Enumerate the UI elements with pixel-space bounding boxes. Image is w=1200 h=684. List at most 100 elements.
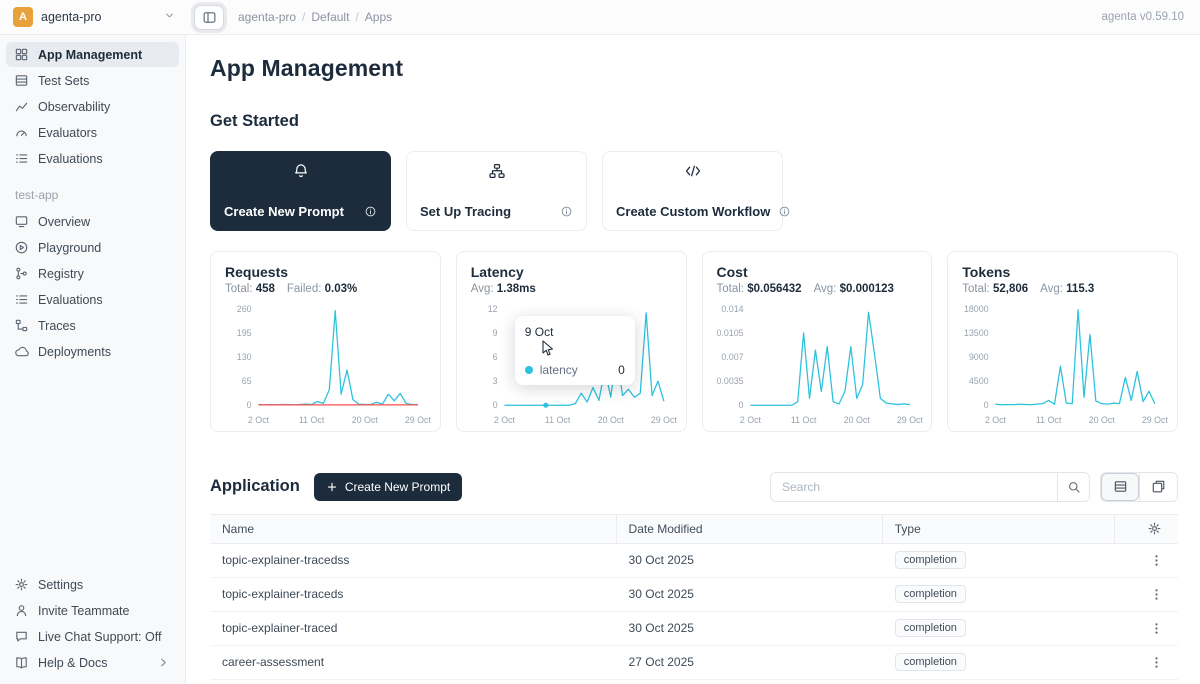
breadcrumb-item[interactable]: Default: [311, 10, 349, 24]
info-icon: [364, 205, 377, 218]
sidebar-item-help-docs[interactable]: Help & Docs: [6, 650, 179, 675]
svg-text:18000: 18000: [964, 304, 989, 314]
sidebar-item-app-management[interactable]: App Management: [6, 42, 179, 67]
workspace-avatar: A: [13, 7, 33, 27]
breadcrumb-separator: /: [355, 10, 358, 24]
breadcrumb-item[interactable]: agenta-pro: [238, 10, 296, 24]
search-input[interactable]: [771, 473, 1057, 501]
chart-tokens[interactable]: 18000135009000450002 Oct11 Oct20 Oct29 O…: [962, 297, 1163, 429]
table-settings-button[interactable]: [1145, 519, 1164, 538]
tracing-icon: [420, 162, 573, 180]
sidebar-item-live-chat-support-off[interactable]: Live Chat Support: Off: [6, 624, 179, 649]
svg-text:29 Oct: 29 Oct: [1142, 415, 1169, 425]
metric-card-requests: Requests Total: 458 Failed: 0.03% 2601951…: [210, 251, 441, 432]
svg-text:9000: 9000: [969, 352, 989, 362]
row-menu-button[interactable]: [1147, 551, 1166, 570]
plus-icon: [326, 481, 338, 493]
breadcrumb-item[interactable]: Apps: [365, 10, 392, 24]
chevron-down-icon: [163, 9, 176, 22]
svg-text:0.007: 0.007: [721, 352, 743, 362]
metric-stat: Failed: 0.03%: [287, 283, 357, 295]
sidebar-item-deployments[interactable]: Deployments: [6, 339, 179, 364]
sidebar-item-test-sets[interactable]: Test Sets: [6, 68, 179, 93]
card-label: Create Custom Workflow: [616, 204, 770, 219]
row-menu-button[interactable]: [1147, 619, 1166, 638]
workspace-switcher[interactable]: A agenta-pro: [0, 7, 186, 27]
info-icon: [560, 205, 573, 218]
gear-icon: [1147, 521, 1162, 536]
sidebar-item-evaluators[interactable]: Evaluators: [6, 120, 179, 145]
code-icon: [616, 162, 769, 180]
chart-requests[interactable]: 2601951306502 Oct11 Oct20 Oct29 Oct: [225, 297, 426, 429]
table-row[interactable]: topic-explainer-traced 30 Oct 2025 compl…: [210, 612, 1178, 646]
metric-card-tokens: Tokens Total: 52,806Avg: 115.3 180001350…: [947, 251, 1178, 432]
monitor-icon: [14, 214, 29, 229]
cloud-icon: [14, 344, 29, 359]
svg-text:29 Oct: 29 Oct: [651, 415, 678, 425]
sidebar-item-playground[interactable]: Playground: [6, 235, 179, 260]
table-view-button[interactable]: [1101, 473, 1139, 501]
chart-tooltip: 9 Oct latency 0: [515, 316, 635, 385]
cell-name: topic-explainer-tracedss: [210, 553, 617, 567]
cell-date-modified: 30 Oct 2025: [617, 587, 883, 601]
svg-text:6: 6: [492, 352, 497, 362]
svg-text:0.0035: 0.0035: [716, 376, 743, 386]
sidebar-item-settings[interactable]: Settings: [6, 572, 179, 597]
type-badge: completion: [895, 585, 966, 603]
metric-stat: Total: 458: [225, 283, 275, 295]
svg-text:0: 0: [738, 400, 743, 410]
metric-stat: Total: $0.056432: [717, 283, 802, 295]
metric-title: Latency: [471, 264, 672, 280]
svg-text:20 Oct: 20 Oct: [352, 415, 379, 425]
chart-cost[interactable]: 0.0140.01050.0070.003502 Oct11 Oct20 Oct…: [717, 297, 918, 429]
sidebar-item-overview[interactable]: Overview: [6, 209, 179, 234]
application-heading: Application: [210, 477, 300, 496]
series-cost: [750, 312, 909, 405]
svg-text:2 Oct: 2 Oct: [739, 415, 761, 425]
sidebar: App ManagementTest SetsObservabilityEval…: [0, 35, 186, 684]
sidebar-item-traces[interactable]: Traces: [6, 313, 179, 338]
card-view-button[interactable]: [1139, 473, 1177, 501]
sidebar-item-evaluations[interactable]: Evaluations: [6, 287, 179, 312]
column-header-type: Type: [883, 515, 1115, 543]
get-started-card-create-custom-workflow[interactable]: Create Custom Workflow: [602, 151, 783, 231]
gauge-icon: [14, 125, 29, 140]
svg-text:0.014: 0.014: [721, 304, 743, 314]
cell-name: career-assessment: [210, 655, 617, 669]
sidebar-item-evaluations[interactable]: Evaluations: [6, 146, 179, 171]
row-menu-button[interactable]: [1147, 653, 1166, 672]
sidebar-app-nav: OverviewPlaygroundRegistryEvaluationsTra…: [0, 208, 185, 365]
table-row[interactable]: topic-explainer-tracedss 30 Oct 2025 com…: [210, 544, 1178, 578]
user-icon: [14, 603, 29, 618]
breadcrumb-separator: /: [302, 10, 305, 24]
metric-card-latency: Latency Avg: 1.38ms 1296302 Oct11 Oct20 …: [456, 251, 687, 432]
row-menu-button[interactable]: [1147, 585, 1166, 604]
svg-text:2 Oct: 2 Oct: [985, 415, 1007, 425]
svg-text:2 Oct: 2 Oct: [248, 415, 270, 425]
table-row[interactable]: career-assessment 27 Oct 2025 completion: [210, 646, 1178, 680]
sidebar-item-observability[interactable]: Observability: [6, 94, 179, 119]
column-header-date-modified: Date Modified: [617, 515, 883, 543]
get-started-card-set-up-tracing[interactable]: Set Up Tracing: [406, 151, 587, 231]
sidebar-item-registry[interactable]: Registry: [6, 261, 179, 286]
get-started-card-create-new-prompt[interactable]: Create New Prompt: [210, 151, 391, 231]
svg-text:3: 3: [492, 376, 497, 386]
table-header: Name Date Modified Type: [210, 514, 1178, 544]
create-new-prompt-button[interactable]: Create New Prompt: [314, 473, 462, 501]
metric-title: Cost: [717, 264, 918, 280]
metric-title: Requests: [225, 264, 426, 280]
type-badge: completion: [895, 551, 966, 569]
svg-text:29 Oct: 29 Oct: [896, 415, 923, 425]
breadcrumb: agenta-pro / Default / Apps: [238, 10, 392, 24]
cell-name: topic-explainer-traceds: [210, 587, 617, 601]
svg-text:20 Oct: 20 Oct: [597, 415, 624, 425]
cell-name: topic-explainer-traced: [210, 621, 617, 635]
sidebar-item-invite-teammate[interactable]: Invite Teammate: [6, 598, 179, 623]
svg-text:0.0105: 0.0105: [716, 328, 743, 338]
svg-text:13500: 13500: [964, 328, 989, 338]
search-button[interactable]: [1057, 473, 1089, 501]
table-icon: [1113, 479, 1128, 494]
sidebar-toggle-button[interactable]: [194, 5, 224, 30]
table-row[interactable]: topic-explainer-traceds 30 Oct 2025 comp…: [210, 578, 1178, 612]
list-check-icon: [14, 151, 29, 166]
